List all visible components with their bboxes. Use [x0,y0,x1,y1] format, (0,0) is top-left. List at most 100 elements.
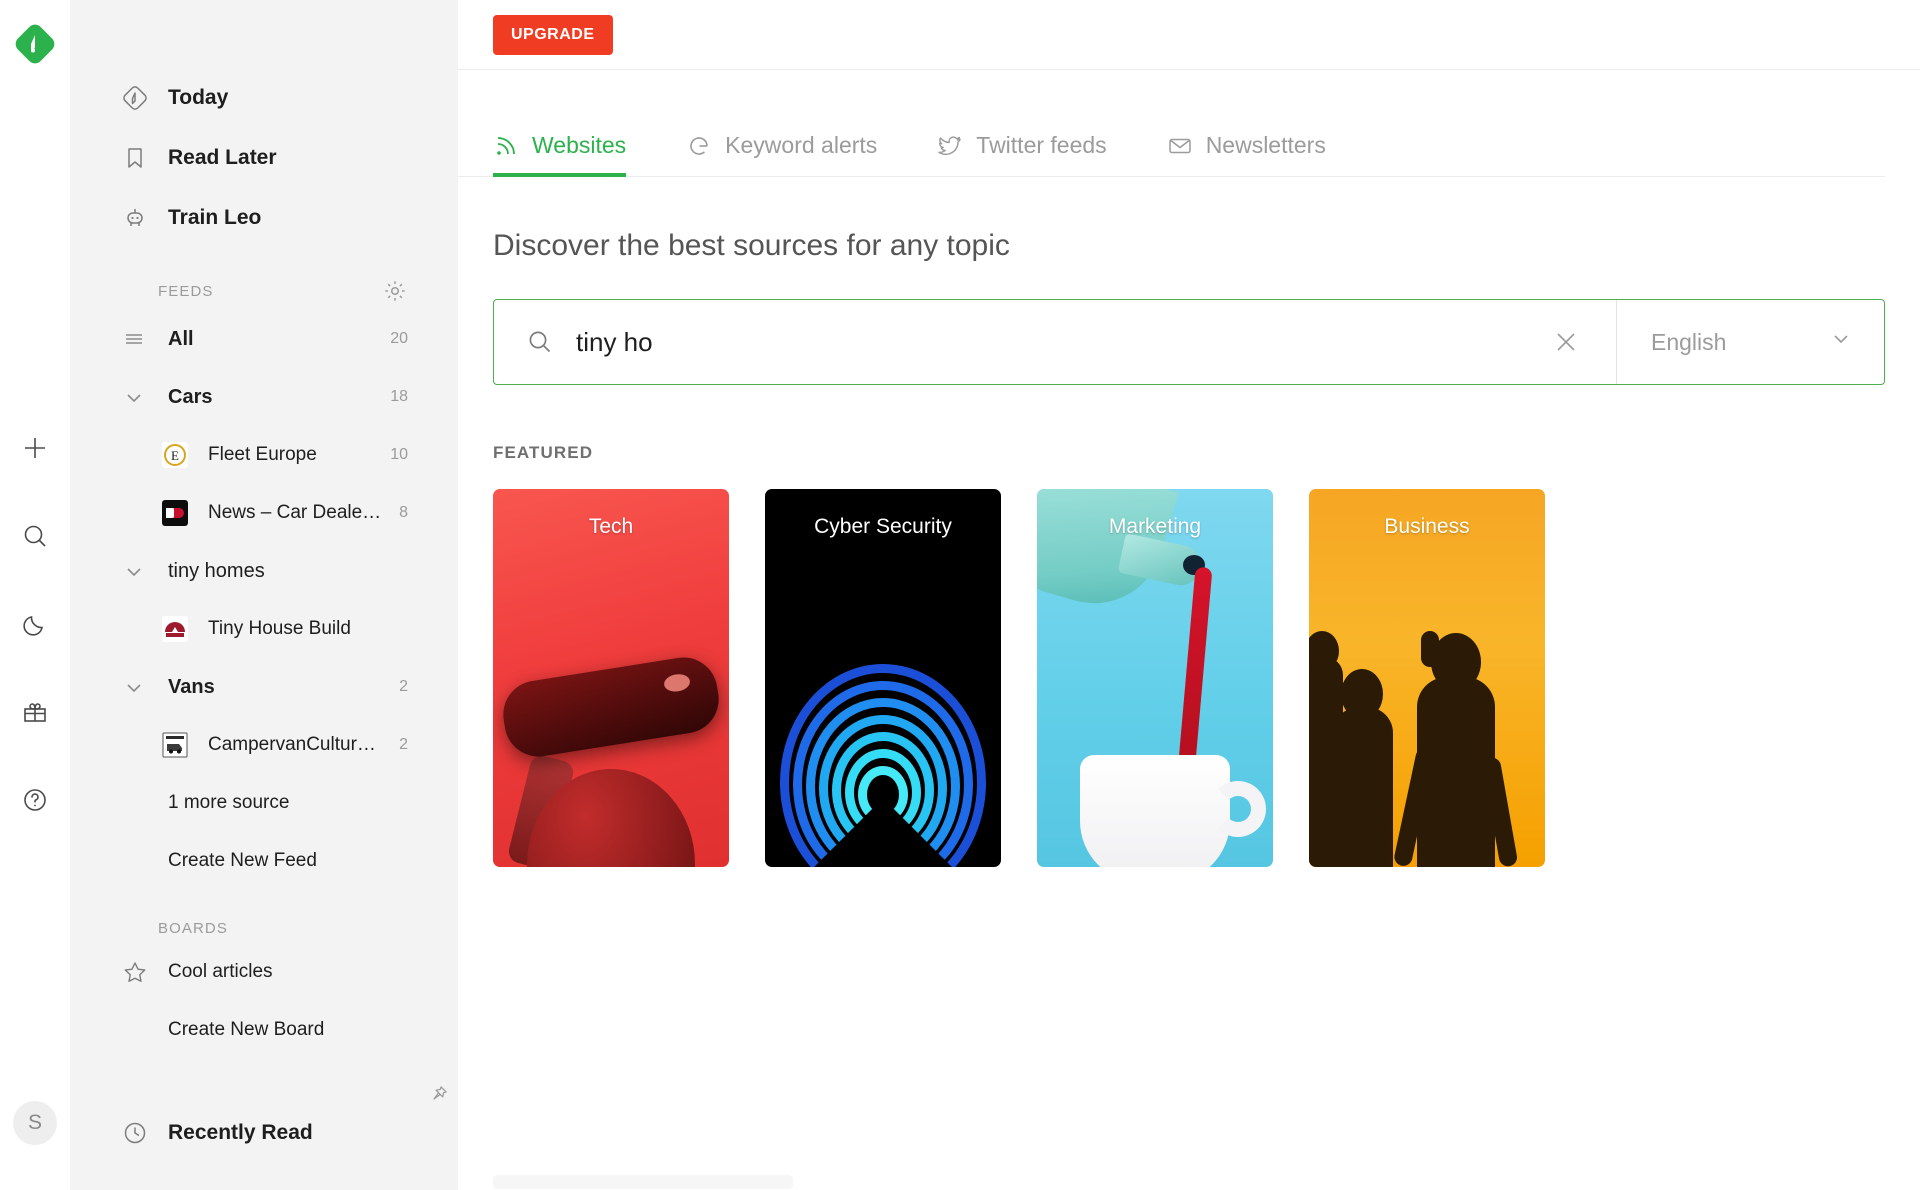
app-root: S Today Read Later Train Leo FEEDS All 2… [0,0,1920,1190]
search-input[interactable] [576,326,1542,358]
more-sources-link[interactable]: 1 more source [70,774,458,832]
gift-icon[interactable] [17,694,53,730]
sidebar-item-label: Recently Read [168,1121,313,1144]
tab-label: Twitter feeds [976,132,1107,158]
tab-label: Websites [532,132,627,158]
sidebar-primary-nav: Today Read Later Train Leo [70,0,458,248]
svg-text:E: E [171,448,179,463]
source-count: 10 [390,446,408,463]
chevron-down-icon[interactable] [122,385,168,409]
main-content: UPGRADE Websites Keyword alerts Twitter … [458,0,1920,1190]
sidebar-item-recently-read[interactable]: Recently Read [70,1103,458,1163]
avatar[interactable]: S [13,1101,57,1145]
add-icon[interactable] [17,430,53,466]
upgrade-button[interactable]: UPGRADE [493,14,613,55]
card-title: Marketing [1108,515,1202,538]
feed-count: 20 [390,330,408,347]
tiny-house-build-favicon [162,616,208,642]
sidebar-item-read-later[interactable]: Read Later [70,128,458,188]
hamburger-icon [122,327,168,351]
sidebar: Today Read Later Train Leo FEEDS All 20 … [70,0,458,1190]
sidebar-feed-all[interactable]: All 20 [70,310,458,368]
campervan-culture-favicon [162,732,208,758]
sidebar-source-tiny-house-build[interactable]: Tiny House Build [70,600,458,658]
source-label: News – Car Deale… [208,502,382,523]
avatar-initial: S [27,1111,42,1134]
sidebar-item-train-leo[interactable]: Train Leo [70,188,458,248]
sidebar-item-today[interactable]: Today [70,68,458,128]
source-label: Tiny House Build [208,618,351,639]
fingerprint-art [765,489,1001,867]
group-count: 18 [390,388,408,405]
sidebar-item-label: Today [168,86,229,109]
bookmark-icon [122,145,168,171]
sidebar-item-label: Train Leo [168,206,262,229]
boards-section-header: BOARDS [70,890,458,943]
featured-card-cyber-security[interactable]: Cyber Security [765,489,1001,867]
car-dealer-favicon [162,500,208,526]
sidebar-board-cool-articles[interactable]: Cool articles [70,943,458,1001]
envelope-icon [1167,133,1193,159]
google-g-icon [686,133,712,159]
featured-card-business[interactable]: Business [1309,489,1545,867]
boards-section-title: BOARDS [158,920,228,937]
robot-icon [122,205,168,231]
silhouettes-art [1309,489,1545,867]
featured-card-marketing[interactable]: Marketing [1037,489,1273,867]
source-count: 2 [399,736,408,753]
group-label: tiny homes [168,559,265,582]
icon-rail: S [0,0,70,1190]
tab-newsletters[interactable]: Newsletters [1167,132,1326,176]
language-select[interactable]: English [1616,300,1884,384]
feeds-section-header: FEEDS [70,248,458,310]
source-label: Fleet Europe [208,444,317,465]
sidebar-source-fleet-europe[interactable]: E Fleet Europe 10 [70,426,458,484]
group-label: Cars [168,385,213,408]
sidebar-source-campervan-culture[interactable]: CampervanCultur… 2 [70,716,458,774]
help-icon[interactable] [17,782,53,818]
tab-label: Keyword alerts [725,132,878,158]
sidebar-group-tiny-homes[interactable]: tiny homes [70,542,458,600]
moon-icon[interactable] [17,606,53,642]
create-new-board-link[interactable]: Create New Board [70,1001,458,1059]
sidebar-source-car-dealer[interactable]: News – Car Deale… 8 [70,484,458,542]
search-field[interactable] [494,300,1616,384]
card-title: Cyber Security [814,515,952,538]
card-title: Tech [588,515,634,538]
sidebar-group-cars[interactable]: Cars 18 [70,368,458,426]
top-bar: UPGRADE [458,0,1920,70]
feed-label: All [168,327,194,350]
group-count: 2 [399,678,408,695]
search-bar: English [493,299,1885,385]
create-new-feed-link[interactable]: Create New Feed [70,832,458,890]
close-icon[interactable] [1542,329,1590,355]
tab-twitter-feeds[interactable]: Twitter feeds [937,132,1107,176]
search-icon[interactable] [17,518,53,554]
tab-websites[interactable]: Websites [493,132,627,177]
source-count: 8 [399,504,408,521]
feeds-section-title: FEEDS [158,282,214,300]
tab-keyword-alerts[interactable]: Keyword alerts [686,132,877,176]
search-icon [526,328,554,356]
sidebar-item-label: Read Later [168,146,277,169]
scroll-placeholder [493,1175,793,1189]
chevron-down-icon [1828,326,1854,358]
clock-icon [122,1120,168,1146]
twitter-bird-icon [937,133,963,159]
featured-card-list: Tech Cyber Security Marketing Business [458,463,1920,867]
discover-tabs: Websites Keyword alerts Twitter feeds Ne… [458,70,1885,177]
feedly-logo-icon[interactable] [13,22,57,66]
board-label: Cool articles [168,961,273,982]
fleet-europe-favicon: E [162,442,208,468]
rail-icon-group [0,430,70,818]
source-label: CampervanCultur… [208,734,376,755]
feedly-diamond-icon [122,85,168,111]
chevron-down-icon[interactable] [122,559,168,583]
star-icon [122,959,168,985]
sidebar-group-vans[interactable]: Vans 2 [70,658,458,716]
featured-card-tech[interactable]: Tech [493,489,729,867]
tab-label: Newsletters [1205,132,1326,158]
vr-headset-art [493,489,729,867]
chevron-down-icon[interactable] [122,675,168,699]
gear-icon[interactable] [382,278,408,304]
